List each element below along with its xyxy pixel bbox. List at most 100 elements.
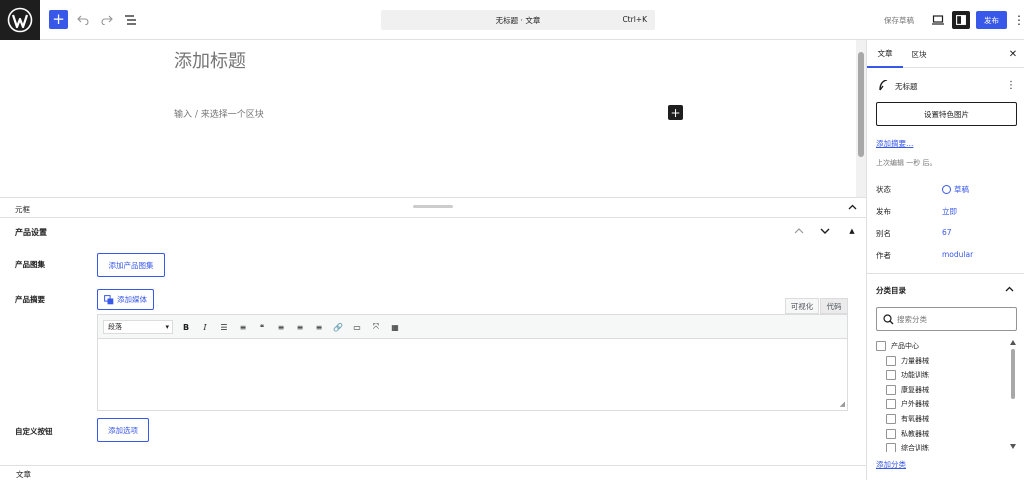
- slug-value-button[interactable]: 67: [942, 228, 952, 237]
- align-left-tool[interactable]: ≡: [274, 320, 288, 334]
- add-gallery-button[interactable]: 添加产品图集: [97, 253, 165, 277]
- toolbar-toggle-tool[interactable]: ▦: [388, 320, 402, 334]
- set-featured-image-button[interactable]: 设置特色图片: [876, 102, 1017, 126]
- document-title: 无标题 · 文章: [495, 16, 541, 25]
- author-value-button[interactable]: modular: [942, 250, 973, 259]
- draft-status-icon: [942, 185, 951, 194]
- category-checkbox[interactable]: [886, 370, 896, 381]
- italic-tool[interactable]: I: [198, 320, 212, 334]
- command-palette-bar[interactable]: 无标题 · 文章 Ctrl+K: [381, 10, 655, 30]
- category-label: 产品中心: [891, 342, 919, 350]
- meta-boxes-area: 元框 产品设置 ▲ 产品图集 添加产品图集 产品摘要 添加媒体 可视化 代码 段…: [0, 197, 866, 465]
- rich-editor-toolbar: 段落 ▾ B I ☰ ≡ ❝ ≡ ≡ ≡ 🔗 ▭ ⤧ ▦: [98, 315, 847, 339]
- search-icon: [883, 314, 894, 325]
- editor-scrollbar-thumb[interactable]: [858, 52, 864, 157]
- post-title-input[interactable]: 添加标题: [174, 47, 246, 73]
- media-icon: [104, 294, 114, 305]
- sidebar-divider: [867, 273, 1024, 274]
- close-icon[interactable]: ✕: [1006, 47, 1020, 61]
- category-checkbox[interactable]: [886, 414, 896, 424]
- category-item[interactable]: 力量器械: [886, 355, 929, 366]
- publish-date-button[interactable]: 立即: [942, 206, 957, 217]
- inline-add-block-button[interactable]: +: [668, 105, 683, 120]
- category-label: 户外器械: [901, 400, 929, 409]
- category-item[interactable]: 有氧器械: [886, 414, 929, 424]
- add-media-button[interactable]: 添加媒体: [97, 289, 154, 310]
- category-checklist: 产品中心力量器械功能训练康复器械户外器械有氧器械私教器械综合训练: [876, 340, 1008, 452]
- last-edited-text: 上次编辑 一秒 后。: [876, 159, 937, 167]
- tab-block[interactable]: 区块: [903, 40, 935, 68]
- add-option-button[interactable]: 添加选项: [97, 418, 149, 442]
- category-checkbox[interactable]: [886, 355, 896, 366]
- format-select[interactable]: 段落 ▾: [103, 320, 173, 334]
- move-up-icon[interactable]: [792, 224, 806, 238]
- excerpt-rich-editor[interactable]: 段落 ▾ B I ☰ ≡ ❝ ≡ ≡ ≡ 🔗 ▭ ⤧ ▦ ◢: [97, 314, 848, 411]
- add-category-link[interactable]: 添加分类: [876, 459, 906, 470]
- category-label: 力量器械: [901, 356, 929, 365]
- category-checkbox[interactable]: [886, 428, 896, 439]
- category-item[interactable]: 私教器械: [886, 428, 929, 439]
- link-tool[interactable]: 🔗: [331, 320, 345, 334]
- category-checkbox[interactable]: [886, 399, 896, 410]
- add-excerpt-link[interactable]: 添加摘要…: [876, 138, 914, 149]
- resize-grip-icon[interactable]: ◢: [840, 400, 845, 408]
- settings-sidebar-icon[interactable]: [952, 11, 970, 29]
- align-center-tool[interactable]: ≡: [293, 320, 307, 334]
- bullet-list-tool[interactable]: ☰: [217, 320, 231, 334]
- quote-tool[interactable]: ❝: [255, 320, 269, 334]
- category-label: 康复器械: [901, 385, 929, 394]
- read-more-tool[interactable]: ▭: [350, 320, 364, 334]
- category-item[interactable]: 产品中心: [876, 341, 919, 351]
- slug-label: 别名: [876, 229, 891, 238]
- add-block-button[interactable]: +: [49, 10, 68, 29]
- chevron-up-icon[interactable]: [1003, 283, 1015, 295]
- editor-footer: 文章: [0, 465, 866, 480]
- redo-icon[interactable]: [98, 11, 116, 29]
- preview-icon[interactable]: [930, 11, 946, 29]
- tab-code[interactable]: 代码: [820, 298, 848, 314]
- category-search-input[interactable]: [897, 309, 1012, 329]
- wordpress-logo-icon[interactable]: [0, 0, 40, 40]
- breadcrumb[interactable]: 文章: [16, 469, 31, 480]
- category-label: 私教器械: [901, 429, 929, 438]
- category-item[interactable]: 户外器械: [886, 399, 929, 410]
- settings-sidebar: 文章 区块 ✕ 无标题 ⋮ 设置特色图片 添加摘要… 上次编辑 一秒 后。 状态…: [866, 40, 1024, 480]
- command-shortcut: Ctrl+K: [622, 15, 647, 24]
- category-item[interactable]: 综合训练: [886, 443, 929, 452]
- list-view-icon[interactable]: [122, 11, 140, 29]
- tab-visual[interactable]: 可视化: [785, 298, 819, 314]
- product-settings-title: 产品设置: [15, 228, 47, 237]
- undo-icon[interactable]: [74, 11, 92, 29]
- post-summary-title: 无标题: [895, 82, 918, 91]
- move-down-icon[interactable]: [818, 224, 832, 238]
- publish-button[interactable]: 发布: [976, 11, 1007, 29]
- category-item[interactable]: 康复器械: [886, 384, 929, 395]
- chevron-up-icon[interactable]: [846, 201, 858, 213]
- publish-label: 发布: [876, 207, 891, 216]
- category-checkbox[interactable]: [886, 384, 896, 395]
- sidebar-tabs: 文章 区块 ✕: [867, 40, 1024, 68]
- category-item[interactable]: 功能训练: [886, 370, 929, 381]
- category-label: 综合训练: [901, 444, 929, 452]
- categories-panel-title[interactable]: 分类目录: [876, 285, 906, 296]
- post-actions-icon[interactable]: ⋮: [1006, 78, 1016, 92]
- meta-resize-handle[interactable]: [413, 205, 453, 208]
- status-value-button[interactable]: 草稿: [942, 184, 969, 195]
- more-options-icon[interactable]: ⋮: [1013, 11, 1024, 29]
- save-draft-button[interactable]: 保存草稿: [884, 15, 914, 26]
- category-checkbox[interactable]: [886, 443, 896, 452]
- bold-tool[interactable]: B: [179, 320, 193, 334]
- block-appender[interactable]: 输入 / 来选择一个区块: [174, 107, 264, 120]
- tab-post[interactable]: 文章: [867, 40, 903, 68]
- align-right-tool[interactable]: ≡: [312, 320, 326, 334]
- custom-button-label: 自定义按钮: [15, 427, 53, 436]
- add-media-label: 添加媒体: [117, 295, 147, 304]
- toggle-panel-icon[interactable]: ▲: [846, 225, 858, 237]
- fullscreen-tool[interactable]: ⤧: [369, 320, 383, 334]
- category-label: 有氧器械: [901, 415, 929, 423]
- numbered-list-tool[interactable]: ≡: [236, 320, 250, 334]
- category-checkbox[interactable]: [876, 341, 886, 351]
- category-scrollbar-thumb[interactable]: [1011, 349, 1015, 399]
- editor-canvas: [0, 40, 856, 197]
- excerpt-label: 产品摘要: [15, 295, 45, 304]
